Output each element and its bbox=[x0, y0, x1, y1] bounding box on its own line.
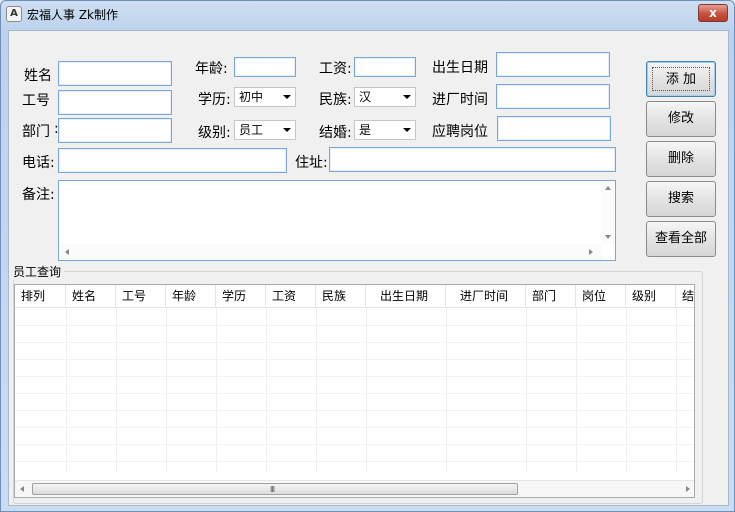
ethnicity-value: 汉 bbox=[359, 90, 372, 104]
column-divider bbox=[66, 308, 67, 473]
column-header[interactable]: 工资 bbox=[266, 285, 316, 307]
delete-button[interactable]: 删除 bbox=[646, 141, 716, 177]
column-header[interactable]: 部门 bbox=[526, 285, 576, 307]
join-date-label: 进厂时间 bbox=[432, 92, 488, 108]
grip-icon: III bbox=[270, 485, 275, 494]
close-button[interactable]: x bbox=[698, 4, 728, 22]
main-window: A 宏福人事 Zk制作 x 姓名 工号 部门 : 年龄: 学历: 级别: 初中 … bbox=[0, 0, 735, 512]
age-label: 年龄: bbox=[195, 61, 228, 77]
column-header[interactable]: 工号 bbox=[116, 285, 166, 307]
scroll-left-icon[interactable] bbox=[20, 486, 24, 492]
department-label: 部门 bbox=[22, 124, 50, 140]
edit-button[interactable]: 修改 bbox=[646, 101, 716, 137]
column-header[interactable]: 排列 bbox=[15, 285, 66, 307]
note-vertical-scrollbar[interactable] bbox=[601, 181, 615, 244]
address-label: 住址: bbox=[295, 155, 328, 171]
title-bar[interactable]: A 宏福人事 Zk制作 x bbox=[1, 1, 734, 29]
scrollbar-thumb[interactable]: III bbox=[32, 483, 518, 495]
married-select[interactable]: 是 bbox=[354, 120, 416, 140]
level-value: 员工 bbox=[239, 123, 264, 137]
department-input[interactable] bbox=[58, 118, 172, 143]
phone-label: 电话: bbox=[22, 155, 55, 171]
column-header[interactable]: 级别 bbox=[626, 285, 676, 307]
address-input[interactable] bbox=[329, 147, 616, 172]
table-row bbox=[15, 376, 694, 377]
column-divider bbox=[626, 308, 627, 473]
position-label: 应聘岗位 bbox=[432, 124, 488, 140]
table-row bbox=[15, 410, 694, 411]
chevron-down-icon bbox=[403, 95, 411, 99]
view-all-button[interactable]: 查看全部 bbox=[646, 221, 716, 257]
birth-date-label: 出生日期 bbox=[432, 60, 488, 76]
table-horizontal-scrollbar[interactable]: III bbox=[15, 480, 694, 497]
education-select[interactable]: 初中 bbox=[234, 87, 296, 107]
education-label: 学历: bbox=[198, 92, 231, 108]
column-header[interactable]: 出生日期 bbox=[366, 285, 446, 307]
search-button[interactable]: 搜索 bbox=[646, 181, 716, 217]
salary-label: 工资: bbox=[319, 61, 352, 77]
join-date-input[interactable] bbox=[496, 84, 610, 109]
column-divider bbox=[576, 308, 577, 473]
scroll-right-icon[interactable] bbox=[589, 249, 593, 255]
position-input[interactable] bbox=[497, 116, 611, 141]
name-label: 姓名 bbox=[24, 68, 52, 84]
level-select[interactable]: 员工 bbox=[234, 120, 296, 140]
note-label: 备注: bbox=[22, 187, 55, 203]
chevron-down-icon bbox=[283, 95, 291, 99]
column-divider bbox=[676, 308, 677, 473]
scroll-up-icon[interactable] bbox=[605, 186, 611, 190]
salary-input[interactable] bbox=[354, 57, 416, 77]
married-value: 是 bbox=[359, 123, 372, 137]
table-row bbox=[15, 427, 694, 428]
column-divider bbox=[166, 308, 167, 473]
table-row bbox=[15, 461, 694, 462]
table-row bbox=[15, 342, 694, 343]
age-input[interactable] bbox=[234, 57, 296, 77]
column-divider bbox=[266, 308, 267, 473]
column-divider bbox=[366, 308, 367, 473]
ethnicity-select[interactable]: 汉 bbox=[354, 87, 416, 107]
column-divider bbox=[526, 308, 527, 473]
table-row bbox=[15, 444, 694, 445]
level-label: 级别: bbox=[198, 125, 231, 141]
add-button[interactable]: 添 加 bbox=[646, 61, 716, 97]
app-icon: A bbox=[6, 6, 22, 22]
column-header[interactable]: 岗位 bbox=[576, 285, 626, 307]
column-header[interactable]: 学历 bbox=[216, 285, 266, 307]
note-horizontal-scrollbar[interactable] bbox=[59, 244, 602, 260]
table-row bbox=[15, 393, 694, 394]
phone-input[interactable] bbox=[58, 148, 287, 173]
employee-table[interactable]: 排列 姓名 工号 年龄 学历 工资 民族 出生日期 进厂时间 部门 岗位 级别 … bbox=[14, 284, 695, 498]
note-textarea[interactable] bbox=[58, 180, 616, 261]
column-header[interactable]: 结婚 bbox=[676, 285, 694, 307]
column-header[interactable]: 姓名 bbox=[66, 285, 116, 307]
employee-id-label: 工号 bbox=[22, 93, 50, 109]
ethnicity-label: 民族: bbox=[319, 92, 352, 108]
scroll-down-icon[interactable] bbox=[605, 235, 611, 239]
column-divider bbox=[316, 308, 317, 473]
employee-query-title: 员工查询 bbox=[13, 263, 65, 280]
column-divider bbox=[216, 308, 217, 473]
client-area: 姓名 工号 部门 : 年龄: 学历: 级别: 初中 员工 工资: 民族: 结婚:… bbox=[8, 30, 729, 506]
education-value: 初中 bbox=[239, 90, 264, 104]
column-header[interactable]: 年龄 bbox=[166, 285, 216, 307]
table-row bbox=[15, 359, 694, 360]
scroll-left-icon[interactable] bbox=[65, 249, 69, 255]
name-input[interactable] bbox=[58, 61, 172, 86]
column-divider bbox=[446, 308, 447, 473]
scroll-right-icon[interactable] bbox=[686, 486, 690, 492]
add-button-label: 添 加 bbox=[652, 67, 710, 91]
married-label: 结婚: bbox=[319, 125, 352, 141]
column-header[interactable]: 进厂时间 bbox=[446, 285, 526, 307]
column-divider bbox=[116, 308, 117, 473]
table-header: 排列 姓名 工号 年龄 学历 工资 民族 出生日期 进厂时间 部门 岗位 级别 … bbox=[15, 285, 694, 308]
window-title: 宏福人事 Zk制作 bbox=[27, 8, 118, 22]
chevron-down-icon bbox=[283, 128, 291, 132]
column-header[interactable]: 民族 bbox=[316, 285, 366, 307]
employee-id-input[interactable] bbox=[58, 90, 172, 115]
birth-date-input[interactable] bbox=[496, 52, 610, 77]
chevron-down-icon bbox=[403, 128, 411, 132]
table-row bbox=[15, 325, 694, 326]
